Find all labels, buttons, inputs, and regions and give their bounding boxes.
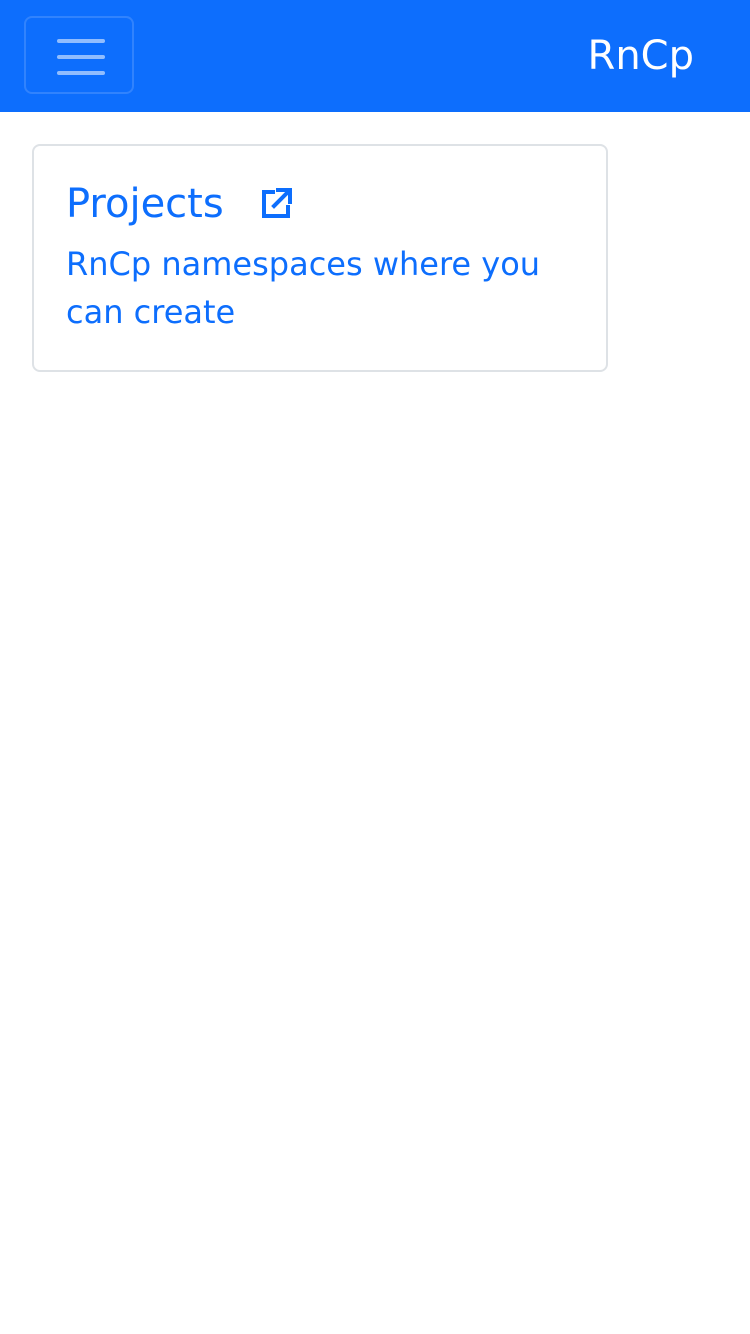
brand-link[interactable]: RnCp [588, 30, 694, 82]
card-title: Projects [66, 181, 224, 227]
hamburger-menu-icon [57, 39, 105, 43]
hamburger-menu-icon-bar [57, 71, 105, 75]
menu-toggle-button[interactable] [24, 16, 134, 94]
projects-link[interactable]: Projects [66, 176, 296, 232]
top-navbar: RnCp [0, 0, 750, 112]
hamburger-menu-icon-bar [57, 55, 105, 59]
external-link-icon [256, 184, 296, 224]
card-description-link[interactable]: RnCp namespaces where you can create [66, 240, 566, 336]
projects-card: Projects RnCp namespaces where you can c… [32, 144, 608, 372]
